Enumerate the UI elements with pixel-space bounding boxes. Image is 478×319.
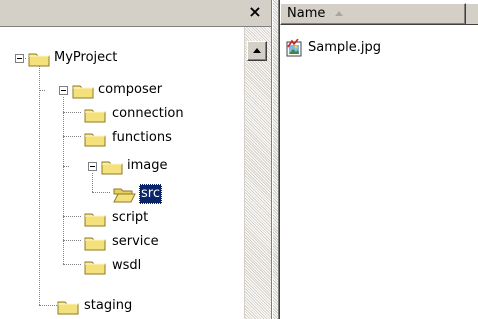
- scroll-up-arrow-icon: [253, 48, 261, 53]
- tree-connector: [63, 112, 81, 113]
- tree-item-label: service: [112, 234, 159, 249]
- tree-connector: [63, 216, 81, 217]
- folder-icon: [57, 301, 79, 315]
- tree-item-label: MyProject: [54, 50, 118, 65]
- collapse-toggle-myproject[interactable]: [15, 54, 24, 63]
- folder-icon: [84, 261, 106, 275]
- tree-item-label: composer: [98, 82, 163, 97]
- tree-connector: [92, 192, 110, 193]
- tree-connector: [63, 97, 64, 264]
- collapse-toggle-image[interactable]: [88, 162, 97, 171]
- close-icon[interactable]: ×: [247, 3, 263, 21]
- sort-ascending-icon: [335, 11, 344, 16]
- tree-connector: [92, 173, 93, 192]
- folder-tree-pane: × MyProject composer connection function…: [0, 0, 272, 319]
- open-folder-icon: [113, 188, 136, 203]
- tree-connector: [39, 305, 57, 306]
- scroll-up-button[interactable]: [247, 41, 267, 61]
- tree-connector: [63, 136, 81, 137]
- file-name: Sample.jpg: [308, 40, 381, 55]
- folder-tree: MyProject composer connection functions …: [0, 27, 244, 319]
- tree-connector: [39, 65, 40, 305]
- tree-item-label: src: [139, 184, 162, 204]
- folder-icon: [84, 133, 106, 147]
- tree-item-label: image: [127, 158, 168, 173]
- tree-item-label: connection: [112, 106, 184, 121]
- column-header-name[interactable]: Name: [280, 3, 466, 25]
- folder-icon: [84, 213, 106, 227]
- tree-connector: [63, 166, 69, 167]
- jpg-image-file-icon: [286, 39, 302, 57]
- column-header-label: Name: [287, 6, 326, 21]
- folder-icon: [72, 85, 94, 99]
- column-header-filler: [466, 3, 478, 25]
- tree-connector: [39, 90, 45, 91]
- tree-pane-titlebar: ×: [0, 0, 271, 27]
- folder-icon: [28, 53, 50, 67]
- folder-icon: [84, 109, 106, 123]
- file-list-pane: Name Sample.jpg: [279, 0, 478, 319]
- tree-vertical-scrollbar[interactable]: [244, 27, 271, 319]
- file-browser-window: × MyProject composer connection function…: [0, 0, 478, 319]
- tree-connector: [63, 240, 81, 241]
- tree-item-label: wsdl: [112, 258, 142, 273]
- tree-item-label: staging: [84, 298, 133, 313]
- tree-connector: [63, 264, 81, 265]
- folder-icon: [101, 161, 123, 175]
- tree-item-label: script: [112, 210, 149, 225]
- collapse-toggle-composer[interactable]: [59, 86, 68, 95]
- tree-item-label: functions: [112, 130, 172, 145]
- pane-splitter[interactable]: [272, 0, 279, 319]
- folder-icon: [84, 237, 106, 251]
